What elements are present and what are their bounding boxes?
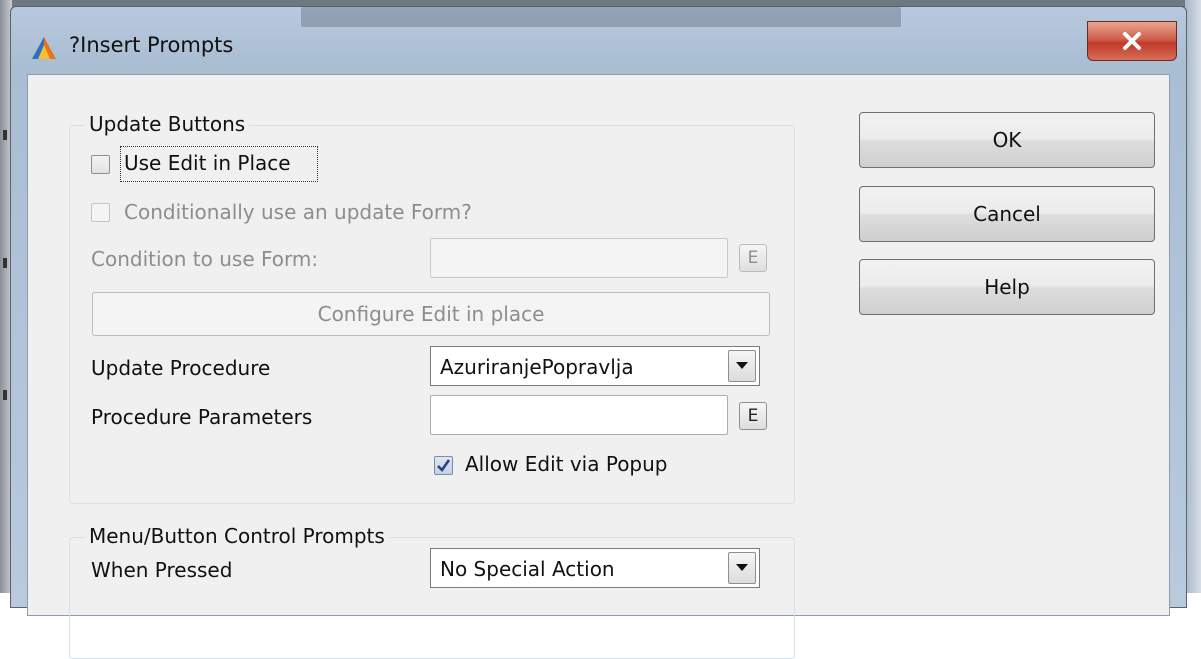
close-button[interactable] [1087, 21, 1177, 61]
triangle-logo-icon [32, 37, 56, 59]
window-title: ?Insert Prompts [69, 33, 234, 57]
procedure-parameters-input[interactable] [430, 395, 728, 435]
cancel-button[interactable]: Cancel [859, 186, 1155, 242]
close-icon [1123, 32, 1141, 50]
use-edit-in-place-checkbox[interactable] [91, 155, 110, 174]
background-app-right [1185, 0, 1201, 593]
when-pressed-dropdown[interactable]: No Special Action [430, 548, 760, 588]
when-pressed-dropdown-arrow[interactable] [728, 552, 756, 584]
update-procedure-value: AzuriranjePopravlja [440, 355, 634, 379]
allow-edit-via-popup-checkbox[interactable] [434, 456, 453, 475]
conditional-form-checkbox[interactable] [91, 203, 110, 222]
update-procedure-dropdown-arrow[interactable] [728, 350, 756, 382]
condition-to-use-form-input[interactable] [430, 238, 728, 278]
condition-to-use-form-label: Condition to use Form: [91, 247, 319, 271]
configure-edit-in-place-button[interactable]: Configure Edit in place [92, 292, 770, 336]
menu-button-group-title: Menu/Button Control Prompts [85, 524, 389, 548]
dialog-body: Update Buttons Use Edit in Place Conditi… [27, 74, 1170, 659]
procedure-parameters-expression-button[interactable]: E [739, 402, 767, 430]
insert-prompts-dialog: ?Insert Prompts Update Buttons Use Edit … [10, 6, 1187, 659]
use-edit-in-place-label[interactable]: Use Edit in Place [124, 151, 291, 175]
help-button[interactable]: Help [859, 259, 1155, 315]
when-pressed-label: When Pressed [91, 558, 233, 582]
update-procedure-label: Update Procedure [91, 356, 271, 380]
checkmark-icon [437, 459, 451, 473]
chevron-down-icon [736, 564, 748, 571]
conditional-form-label: Conditionally use an update Form? [124, 200, 472, 224]
procedure-parameters-label: Procedure Parameters [91, 405, 313, 429]
configure-edit-in-place-label: Configure Edit in place [317, 302, 545, 326]
when-pressed-value: No Special Action [440, 557, 615, 581]
allow-edit-via-popup-label[interactable]: Allow Edit via Popup [465, 452, 668, 476]
chevron-down-icon [736, 362, 748, 369]
title-bar: ?Insert Prompts [11, 7, 1186, 77]
update-buttons-group-title: Update Buttons [85, 112, 250, 136]
condition-expression-button[interactable]: E [739, 244, 767, 272]
update-procedure-dropdown[interactable]: AzuriranjePopravlja [430, 346, 760, 386]
ok-button[interactable]: OK [859, 112, 1155, 168]
